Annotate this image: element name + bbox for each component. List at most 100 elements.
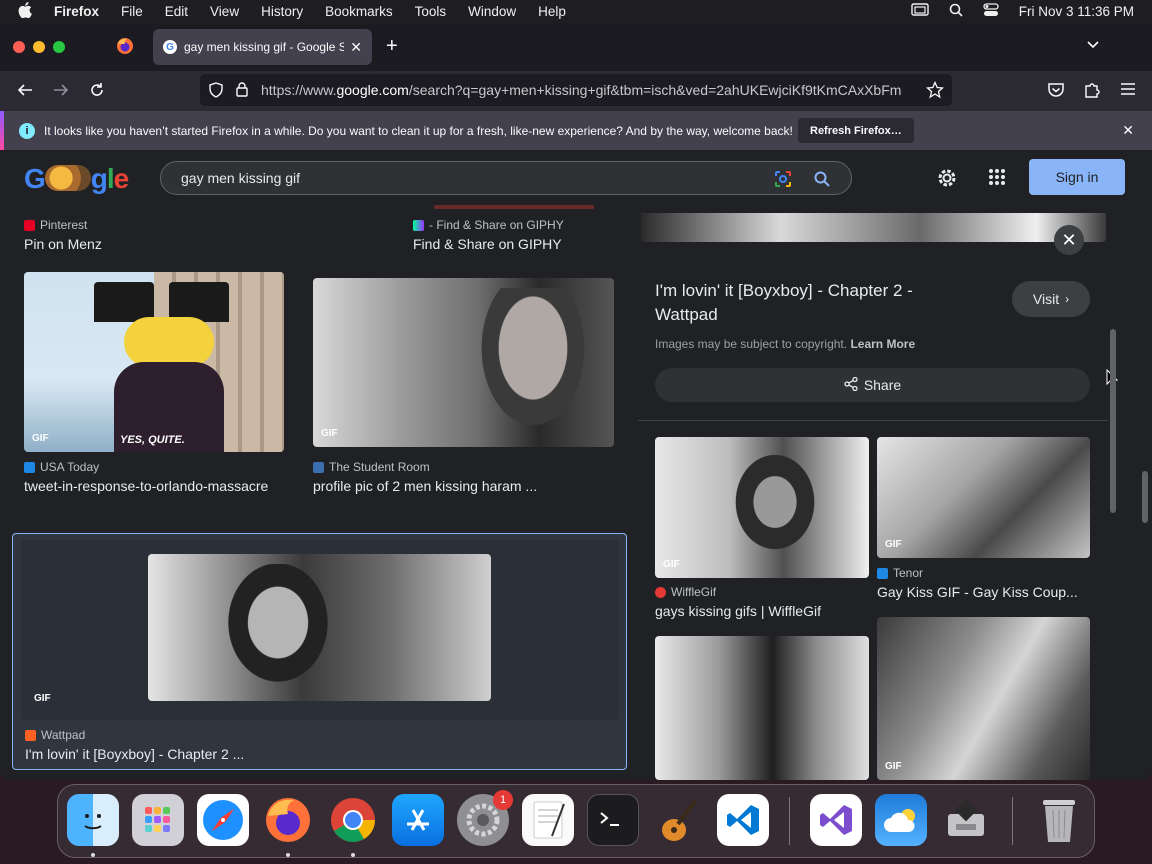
list-all-tabs-chevron-icon[interactable]	[1086, 37, 1100, 55]
trash-icon[interactable]	[1033, 794, 1085, 846]
menu-clock[interactable]: Fri Nov 3 11:36 PM	[1019, 4, 1134, 19]
related-image[interactable]: GIF	[877, 617, 1090, 780]
menu-bookmarks[interactable]: Bookmarks	[325, 4, 393, 19]
usa-today-favicon-icon	[24, 461, 35, 473]
menu-view[interactable]: View	[210, 4, 239, 19]
visit-button[interactable]: Visit ›	[1012, 281, 1090, 317]
sign-in-button[interactable]: Sign in	[1029, 159, 1125, 195]
wattpad-favicon-icon	[25, 729, 36, 741]
gif-badge: GIF	[885, 761, 902, 772]
result-caption[interactable]: profile pic of 2 men kissing haram ...	[313, 478, 537, 494]
result-caption[interactable]: tweet-in-response-to-orlando-massacre	[24, 478, 268, 494]
pinterest-favicon-icon	[24, 219, 35, 231]
menu-file[interactable]: File	[121, 4, 143, 19]
safari-compass-icon[interactable]	[197, 794, 249, 846]
close-notification-icon[interactable]: ✕	[1122, 122, 1134, 139]
share-button[interactable]: Share	[655, 368, 1090, 402]
panel-scrollbar-thumb[interactable]	[1110, 329, 1116, 513]
apple-icon[interactable]	[18, 2, 34, 21]
preview-image-partial[interactable]	[641, 213, 1106, 242]
tab-bar: G gay men kissing gif - Google Se ✕ +	[0, 23, 1152, 71]
spotlight-search-icon[interactable]	[949, 3, 963, 20]
firefox-refresh-notification: i It looks like you haven’t started Fire…	[0, 111, 1152, 151]
result-image-top-partial[interactable]	[434, 205, 594, 209]
menu-window[interactable]: Window	[468, 4, 516, 19]
source-name: Wattpad	[41, 728, 86, 742]
notification-text: It looks like you haven’t started Firefo…	[44, 123, 793, 138]
photo-subject	[473, 288, 593, 438]
settings-gear-icon[interactable]	[935, 166, 959, 195]
chrome-icon[interactable]	[327, 794, 379, 846]
source-name: WiffleGif	[671, 585, 717, 599]
refresh-firefox-button[interactable]: Refresh Firefox…	[798, 118, 914, 143]
tab-google-search[interactable]: G gay men kissing gif - Google Se ✕	[153, 29, 372, 65]
preview-title[interactable]: I'm lovin' it [Boyxboy] - Chapter 2 - Wa…	[655, 279, 965, 327]
result-caption[interactable]: Find & Share on GIPHY	[413, 236, 562, 252]
related-image[interactable]: GIF	[655, 437, 869, 578]
menu-history[interactable]: History	[261, 4, 303, 19]
hamburger-menu-icon[interactable]	[1120, 81, 1136, 102]
tracking-protection-shield-icon[interactable]	[208, 82, 224, 101]
close-tab-icon[interactable]: ✕	[350, 39, 362, 56]
result-image[interactable]: GIF YES, QUITE.	[24, 272, 284, 452]
panel-divider	[638, 420, 1108, 421]
garageband-guitar-icon[interactable]	[652, 794, 704, 846]
back-arrow-icon[interactable]	[16, 81, 34, 104]
close-preview-button[interactable]: ✕	[1054, 225, 1084, 255]
search-query-text: gay men kissing gif	[181, 170, 301, 186]
related-image[interactable]: GIF	[877, 437, 1090, 558]
menu-edit[interactable]: Edit	[165, 4, 188, 19]
result-caption[interactable]: I'm lovin' it [Boyxboy] - Chapter 2 ...	[25, 746, 244, 762]
result-image[interactable]	[148, 554, 491, 701]
source-name: - Find & Share on GIPHY	[429, 218, 564, 232]
copyright-text: Images may be subject to copyright.	[655, 337, 848, 351]
control-center-icon[interactable]	[983, 3, 999, 20]
google-images-page: Ggle gay men kissing gif Sign in Pintere…	[0, 151, 1152, 780]
menu-help[interactable]: Help	[538, 4, 566, 19]
new-tab-icon[interactable]: +	[386, 35, 398, 58]
close-window-button[interactable]	[13, 41, 25, 53]
extensions-puzzle-icon[interactable]	[1083, 81, 1101, 104]
launchpad-icon[interactable]	[132, 794, 184, 846]
finder-icon[interactable]	[67, 794, 119, 846]
menu-tools[interactable]: Tools	[415, 4, 447, 19]
result-image[interactable]: GIF	[313, 278, 614, 447]
related-image[interactable]	[655, 636, 869, 780]
vscode-icon[interactable]	[717, 794, 769, 846]
search-input[interactable]: gay men kissing gif	[160, 161, 852, 195]
page-scrollbar-thumb[interactable]	[1142, 471, 1148, 523]
address-bar[interactable]: https://www.google.com/search?q=gay+men+…	[200, 74, 952, 106]
textedit-icon[interactable]	[522, 794, 574, 846]
selected-result-card[interactable]: GIF Wattpad I'm lovin' it [Boyxboy] - Ch…	[12, 533, 627, 770]
related-caption[interactable]: Gay Kiss GIF - Gay Kiss Coup...	[877, 584, 1078, 600]
boot-camp-disk-icon[interactable]	[940, 794, 992, 846]
related-caption[interactable]: gays kissing gifs | WiffleGif	[655, 603, 821, 619]
menu-app-name[interactable]: Firefox	[54, 4, 99, 19]
firefox-icon[interactable]	[262, 794, 314, 846]
weather-cloud-icon[interactable]	[875, 794, 927, 846]
firefox-view-icon[interactable]	[116, 37, 134, 60]
pocket-icon[interactable]	[1047, 81, 1065, 104]
reload-icon[interactable]	[88, 81, 106, 104]
google-logo[interactable]: Ggle	[24, 163, 129, 195]
forward-arrow-icon[interactable]	[52, 81, 70, 104]
url-prefix: https://www.	[261, 82, 337, 98]
source-name: The Student Room	[329, 460, 430, 474]
gif-badge: GIF	[663, 559, 680, 570]
google-apps-grid-icon[interactable]	[988, 168, 1006, 191]
visual-studio-icon[interactable]	[810, 794, 862, 846]
google-lens-camera-icon[interactable]	[773, 169, 793, 192]
minimize-window-button[interactable]	[33, 41, 45, 53]
app-store-icon[interactable]	[392, 794, 444, 846]
learn-more-link[interactable]: Learn More	[850, 337, 915, 351]
zoom-window-button[interactable]	[53, 41, 65, 53]
top-hat-left	[94, 282, 154, 322]
search-icon[interactable]	[813, 170, 831, 191]
bookmark-star-icon[interactable]	[925, 80, 945, 102]
terminal-icon[interactable]	[587, 794, 639, 846]
google-favicon-icon: G	[163, 40, 177, 54]
result-caption[interactable]: Pin on Menz	[24, 236, 102, 252]
screen-mirroring-icon[interactable]	[911, 3, 929, 20]
system-settings-gear-icon[interactable]: 1	[457, 790, 513, 846]
lock-icon[interactable]	[235, 81, 249, 100]
